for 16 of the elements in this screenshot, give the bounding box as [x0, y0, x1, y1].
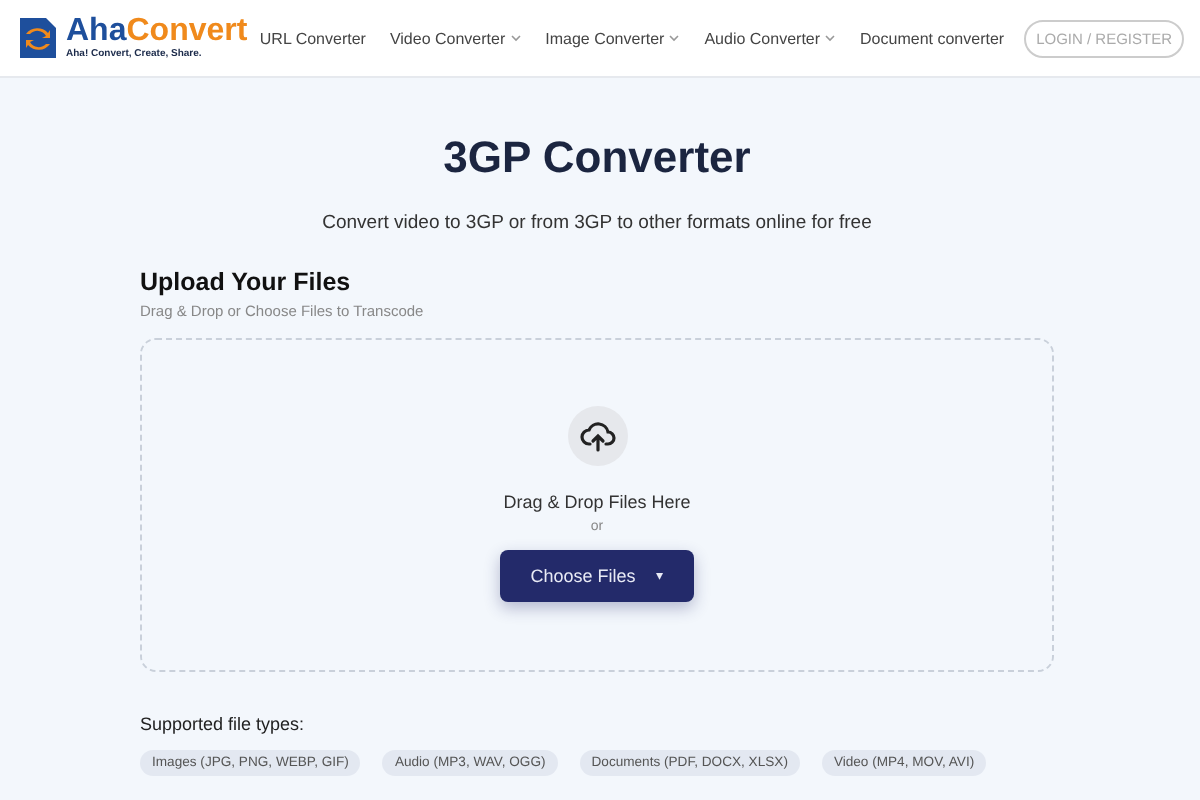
- nav-link[interactable]: Document converter: [860, 29, 1005, 47]
- nav-link[interactable]: Image Converter: [545, 29, 681, 47]
- logo-icon: [16, 14, 60, 62]
- chevron-down-icon: [668, 34, 681, 42]
- cloud-upload-icon: [567, 406, 627, 466]
- drop-text: Drag & Drop Files Here: [503, 492, 691, 512]
- supported-label: Supported file types:: [140, 714, 307, 734]
- logo-name[interactable]: AhaConvert: [66, 16, 248, 48]
- page-title: 3GP Converter: [441, 132, 753, 184]
- page-subtitle: Convert video to 3GP or from 3GP to other formats online for free: [320, 212, 874, 234]
- upload-heading: Upload Your Files: [140, 268, 353, 296]
- nav-link[interactable]: Audio Converter: [704, 29, 837, 47]
- chevron-down-icon: [509, 34, 522, 42]
- nav-link[interactable]: URL Converter: [259, 29, 366, 47]
- chevron-down-icon: [824, 34, 837, 42]
- nav-link[interactable]: Video Converter: [389, 29, 522, 47]
